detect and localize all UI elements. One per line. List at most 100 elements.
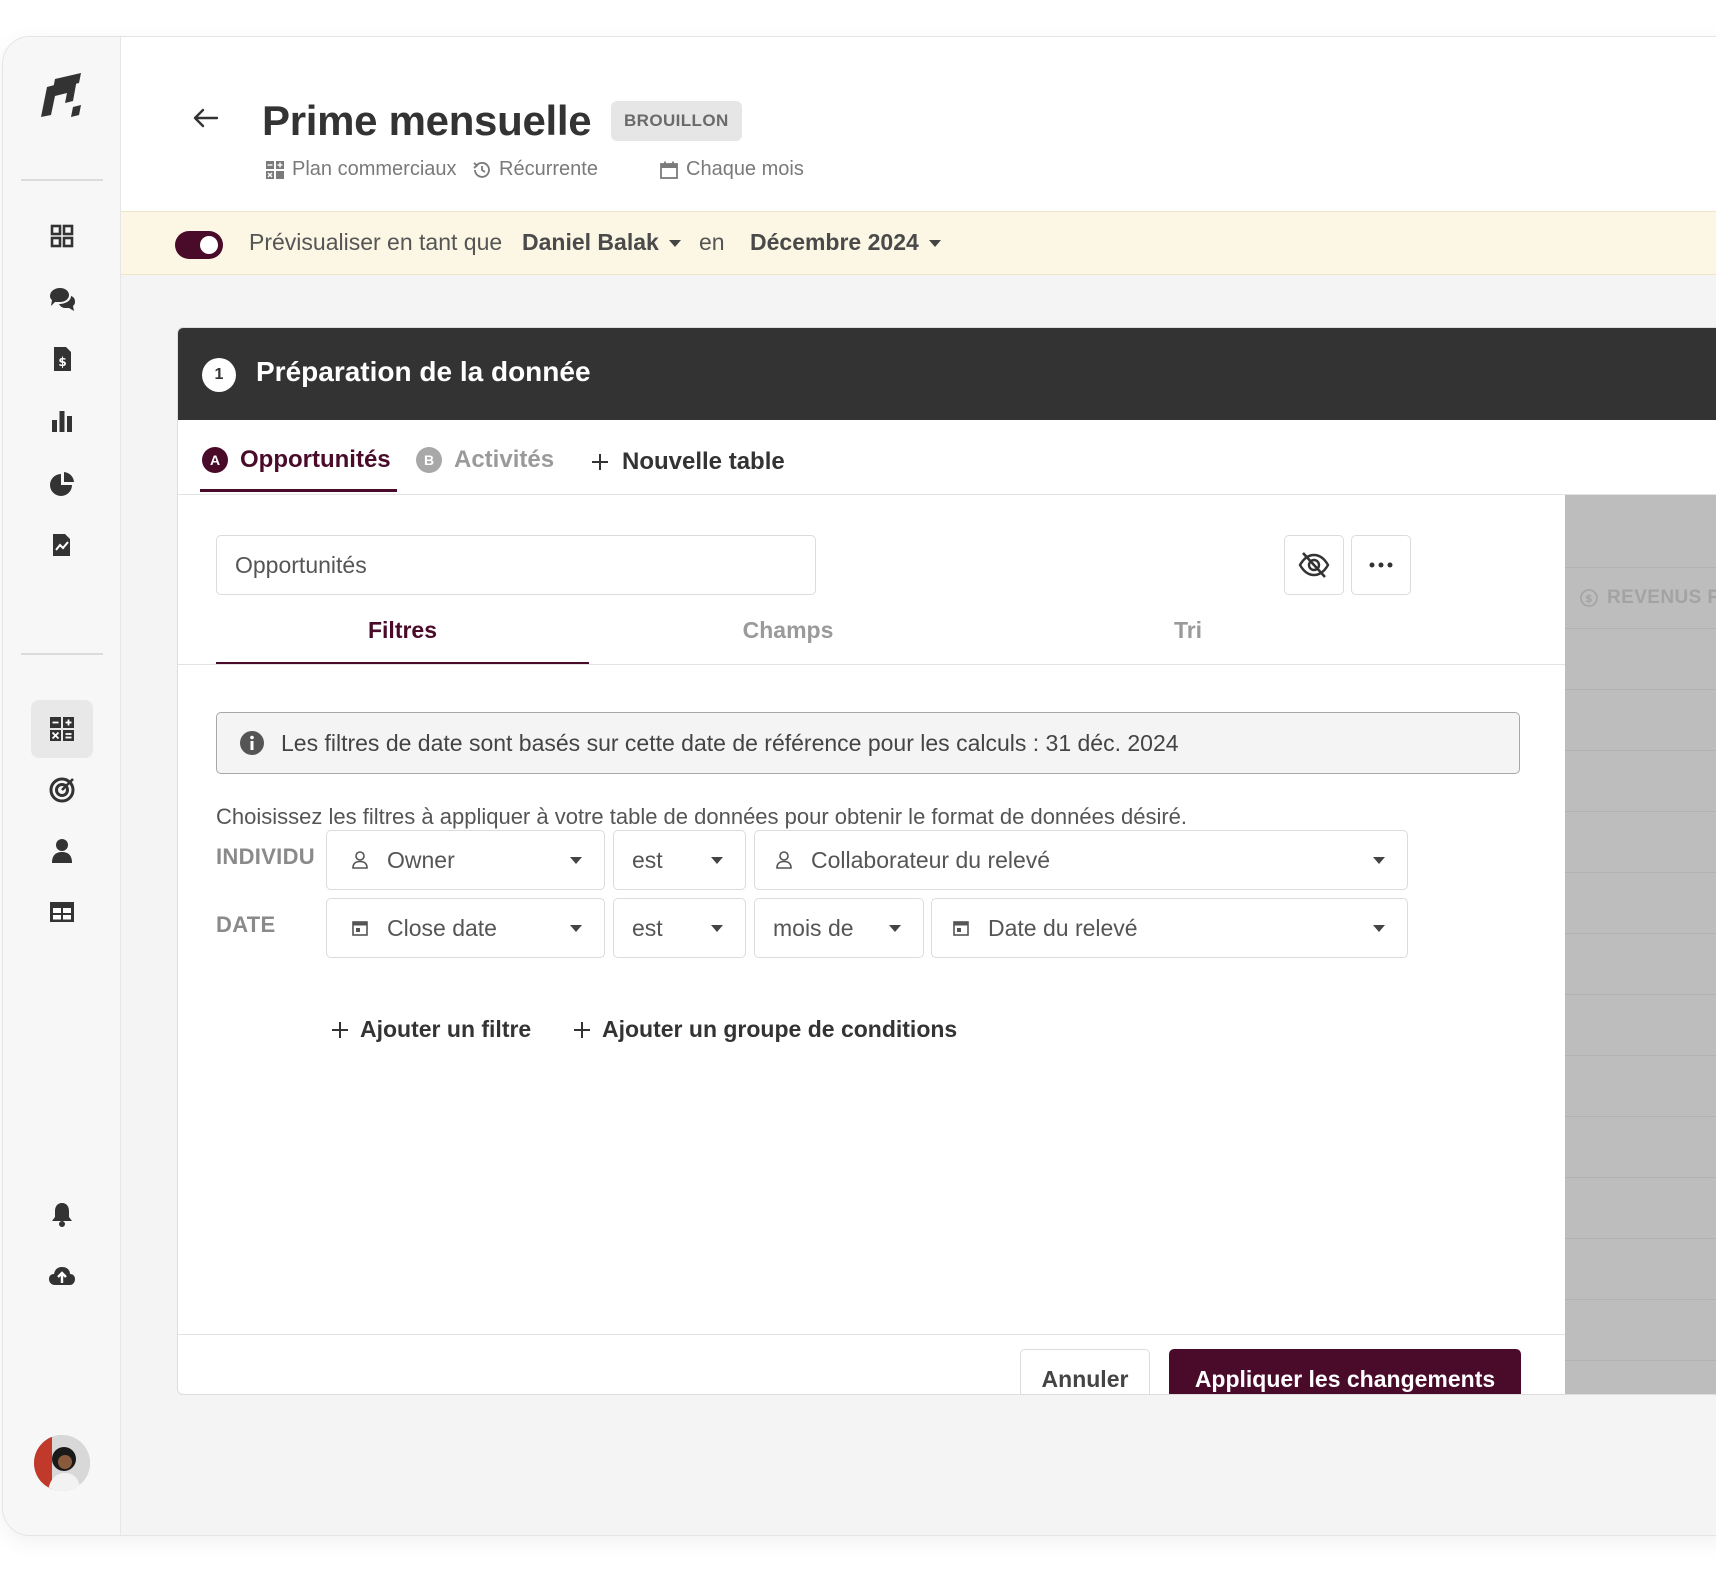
- user-avatar[interactable]: [34, 1435, 90, 1491]
- more-options-button[interactable]: [1351, 535, 1411, 595]
- new-table-label: Nouvelle table: [622, 448, 785, 475]
- sidebar-item-upload[interactable]: [31, 1247, 93, 1305]
- row-divider: [1565, 1238, 1716, 1239]
- tab-activites[interactable]: B Activités: [416, 446, 554, 474]
- step-number: 1: [202, 358, 236, 392]
- preview-person-select[interactable]: Daniel Balak: [522, 229, 681, 256]
- dollar-document-icon: $: [54, 347, 71, 371]
- sidebar-item-reports[interactable]: [31, 392, 93, 450]
- meta-frequency: Chaque mois: [658, 158, 804, 181]
- preview-person-value: Daniel Balak: [522, 229, 659, 255]
- meta-plan-label: Plan commerciaux: [292, 158, 457, 180]
- filter-row-label: INDIVIDU: [216, 844, 315, 869]
- tab-label: Opportunités: [240, 446, 391, 473]
- filter-modifier-value: mois de: [773, 914, 854, 941]
- page-title: Prime mensuelle: [262, 97, 592, 144]
- status-badge: BROUILLON: [611, 101, 742, 141]
- filter-field-value: Owner: [387, 846, 455, 873]
- filter-operator-select[interactable]: est: [613, 830, 746, 890]
- info-text: Les filtres de date sont basés sur cette…: [281, 729, 1179, 756]
- chat-bubbles-icon: [50, 288, 75, 311]
- chevron-down-icon: [570, 856, 582, 864]
- tab-filtres[interactable]: Filtres: [216, 617, 589, 644]
- tab-tri[interactable]: Tri: [1078, 617, 1298, 644]
- filter-modifier-select[interactable]: mois de: [754, 898, 924, 958]
- target-icon: [49, 777, 75, 803]
- calendar-icon: [953, 921, 969, 936]
- filter-value-select[interactable]: Date du relevé: [931, 898, 1408, 958]
- sidebar-item-messages[interactable]: [31, 270, 93, 328]
- filter-row-label: DATE: [216, 912, 276, 937]
- cancel-button[interactable]: Annuler: [1020, 1349, 1150, 1394]
- preview-toggle[interactable]: [175, 231, 223, 259]
- sidebar-item-analytics[interactable]: [31, 455, 93, 513]
- preview-bar: Prévisualiser en tant que Daniel Balak e…: [121, 211, 1716, 275]
- filter-operator-select[interactable]: est: [613, 898, 746, 958]
- plus-icon: [592, 454, 608, 470]
- sidebar-item-statements[interactable]: [31, 516, 93, 574]
- bar-chart-icon: [52, 411, 72, 432]
- table-preview-panel: $ REVENUS PI: [1565, 495, 1716, 1394]
- sidebar-item-tables[interactable]: [31, 883, 93, 941]
- row-divider: [1565, 933, 1716, 934]
- pie-chart-icon: [50, 472, 74, 496]
- filter-value-text: Date du relevé: [988, 914, 1138, 941]
- add-filter-button[interactable]: Ajouter un filtre: [330, 1016, 531, 1043]
- row-divider: [1565, 872, 1716, 873]
- tab-champs[interactable]: Champs: [608, 617, 968, 644]
- row-divider: [1565, 1360, 1716, 1361]
- chevron-down-icon: [711, 924, 723, 932]
- tab-letter-badge: A: [202, 447, 228, 473]
- row-divider: [1565, 689, 1716, 690]
- filter-value-text: Collaborateur du relevé: [811, 846, 1051, 873]
- row-divider: [1565, 1055, 1716, 1056]
- back-arrow-icon[interactable]: [189, 101, 223, 135]
- filter-operator-value: est: [632, 846, 663, 873]
- active-subtab-indicator: [216, 662, 589, 664]
- row-divider: [1565, 994, 1716, 995]
- chevron-down-icon: [570, 924, 582, 932]
- sidebar-item-users[interactable]: [31, 822, 93, 880]
- logo-icon[interactable]: [37, 73, 87, 119]
- filter-field-value: Close date: [387, 914, 497, 941]
- filter-field-select[interactable]: Owner: [326, 830, 605, 890]
- meta-plan: Plan commerciaux: [264, 158, 457, 181]
- table-icon: [50, 902, 74, 922]
- row-divider: [1565, 750, 1716, 751]
- plus-icon: [574, 1021, 590, 1038]
- new-table-button[interactable]: Nouvelle table: [590, 448, 785, 476]
- user-icon: [352, 851, 368, 869]
- avatar-portrait-icon: [34, 1435, 90, 1491]
- filter-field-select[interactable]: Close date: [326, 898, 605, 958]
- info-banner: Les filtres de date sont basés sur cette…: [216, 712, 1520, 774]
- sidebar-item-plans[interactable]: [31, 700, 93, 758]
- section-header: 1 Préparation de la donnée: [178, 328, 1716, 420]
- tab-label: Activités: [454, 446, 555, 473]
- sidebar-item-notifications[interactable]: [31, 1185, 93, 1243]
- toggle-visibility-button[interactable]: [1284, 535, 1344, 595]
- sidebar-item-objectives[interactable]: [31, 761, 93, 819]
- active-tab-indicator: [200, 489, 397, 492]
- add-filter-label: Ajouter un filtre: [360, 1016, 532, 1042]
- calculator-grid-icon: [50, 717, 74, 741]
- filter-operator-value: est: [632, 914, 663, 941]
- sidebar-item-invoices[interactable]: $: [31, 330, 93, 388]
- meta-recurrence: Récurrente: [471, 158, 598, 181]
- table-name-input[interactable]: Opportunités: [216, 535, 816, 595]
- app-window: $ Prime mensuelle BROUILLON Plan commerc…: [2, 36, 1716, 1536]
- sidebar-item-dashboard[interactable]: [31, 207, 93, 265]
- apply-changes-button[interactable]: Appliquer les changements: [1169, 1349, 1521, 1394]
- svg-text:$: $: [58, 355, 66, 369]
- row-divider: [1565, 567, 1716, 568]
- meta-frequency-label: Chaque mois: [686, 158, 804, 180]
- plus-icon: [332, 1021, 348, 1038]
- tab-opportunites[interactable]: A Opportunités: [202, 446, 391, 474]
- filter-value-select[interactable]: Collaborateur du relevé: [754, 830, 1408, 890]
- row-divider: [1565, 1177, 1716, 1178]
- column-header-label: REVENUS PI: [1607, 587, 1716, 608]
- preview-period-select[interactable]: Décembre 2024: [750, 229, 941, 256]
- add-condition-group-button[interactable]: Ajouter un groupe de conditions: [572, 1016, 957, 1043]
- user-icon: [776, 851, 792, 869]
- svg-text:$: $: [1585, 592, 1593, 605]
- meta-recurrence-label: Récurrente: [499, 158, 598, 180]
